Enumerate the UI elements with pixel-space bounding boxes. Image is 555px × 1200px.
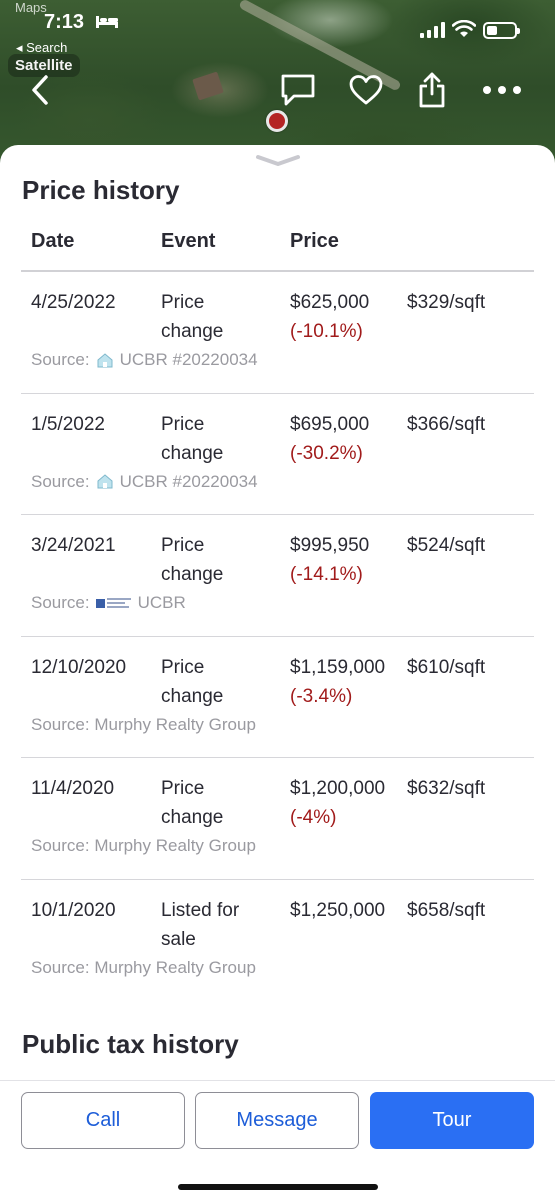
source-prefix: Source: [31,714,90,734]
price-history-row: 1/5/2022 Price change $695,000 (-30.2%) … [21,394,534,515]
battery-icon [483,22,520,39]
row-event: Price change [161,413,224,464]
row-date: 3/24/2021 [31,535,116,556]
price-history-row: 11/4/2020 Price change $1,200,000 (-4%) … [21,758,534,880]
row-price-change: (-4%) [290,807,337,828]
price-history-rows: 4/25/2022 Price change $625,000 (-10.1%)… [21,272,534,1001]
row-price-change: (-30.2%) [290,442,363,464]
home-location-pin[interactable] [266,110,288,132]
row-event: Price change [161,656,224,707]
source-prefix: Source: [31,593,90,612]
row-source: Source: Murphy Realty Group [31,831,256,860]
row-source: Source: UCBR [31,588,186,617]
row-event: Price change [161,535,224,585]
price-history-title: Price history [22,175,180,205]
source-name: UCBR [137,593,186,612]
source-name: Murphy Realty Group [94,714,256,734]
source-name: UCBR #20220034 [119,471,258,491]
price-history-row: 12/10/2020 Price change $1,159,000 (-3.4… [21,637,534,758]
map-house [192,71,224,101]
more-options-button[interactable] [478,70,526,110]
public-tax-history-title: Public tax history [22,1029,239,1059]
chevron-left-icon [32,75,48,105]
row-source: Source: Murphy Realty Group [31,710,256,739]
row-price-per-sqft: $524/sqft [407,535,486,556]
drag-handle-icon[interactable] [254,153,302,167]
heart-icon [349,75,383,105]
source-name: UCBR #20220034 [119,350,258,369]
message-button[interactable]: Message [195,1092,359,1149]
source-prefix: Source: [31,350,90,369]
sleep-mode-icon [96,16,118,28]
tour-button[interactable]: Tour [370,1092,534,1149]
source-prefix: Source: [31,836,90,855]
contact-action-bar: Call Message Tour [0,1080,555,1200]
row-price: $1,250,000 [290,899,386,921]
house-logo-icon [97,352,113,367]
price-history-row: 3/24/2021 Price change $995,950 (-14.1%)… [21,515,534,637]
row-price-per-sqft: $329/sqft [407,292,486,313]
row-source: Source: UCBR #20220034 [31,345,258,374]
more-dots-icon [483,86,521,94]
row-price: $695,000 [290,413,370,435]
price-history-row: 10/1/2020 Listed for sale $1,250,000 $65… [21,880,534,1002]
chat-bubble-icon [281,74,315,106]
row-date: 4/25/2022 [31,292,116,313]
row-price-change: (-3.4%) [290,685,353,707]
status-back-app: Maps [15,0,47,15]
row-price: $625,000 [290,292,370,313]
row-source: Source: Murphy Realty Group [31,953,256,982]
source-name: Murphy Realty Group [94,836,256,855]
status-time: 7:13 [44,11,85,33]
row-date: 12/10/2020 [31,656,127,678]
row-event: Price change [161,778,224,828]
status-bar: Maps 7:13 [0,0,555,44]
row-source: Source: UCBR #20220034 [31,467,258,496]
row-price: $995,950 [290,535,370,556]
column-header-price: Price [290,230,339,252]
row-price: $1,159,000 [290,656,386,678]
details-sheet[interactable]: Price history Date Event Price 4/25/2022… [0,145,555,1080]
message-bubble-button[interactable] [278,70,318,110]
row-event: Listed for sale [161,899,240,950]
back-button[interactable] [20,70,60,110]
row-price-change: (-14.1%) [290,564,363,585]
row-date: 11/4/2020 [31,778,115,799]
source-name: Murphy Realty Group [94,957,256,977]
row-price-per-sqft: $610/sqft [407,656,486,678]
home-indicator[interactable] [178,1184,378,1190]
source-prefix: Source: [31,471,90,491]
house-logo-icon [97,474,113,489]
save-home-button[interactable] [346,70,386,110]
share-icon [419,72,445,108]
row-price-per-sqft: $366/sqft [407,413,486,435]
row-price: $1,200,000 [290,778,386,799]
cellular-signal-icon [420,22,445,38]
call-button[interactable]: Call [21,1092,185,1149]
row-price-change: (-10.1%) [290,321,363,342]
mls-logo-icon [95,597,131,608]
price-history-table-header: Date Event Price [21,222,534,272]
row-price-per-sqft: $632/sqft [407,778,486,799]
wifi-icon [452,20,476,37]
row-date: 1/5/2022 [31,413,105,435]
column-header-event: Event [161,230,216,252]
row-price-per-sqft: $658/sqft [407,899,486,921]
column-header-date: Date [31,230,75,252]
row-event: Price change [161,292,224,342]
share-button[interactable] [412,70,452,110]
price-history-row: 4/25/2022 Price change $625,000 (-10.1%)… [21,272,534,394]
source-prefix: Source: [31,957,90,977]
row-date: 10/1/2020 [31,899,116,921]
